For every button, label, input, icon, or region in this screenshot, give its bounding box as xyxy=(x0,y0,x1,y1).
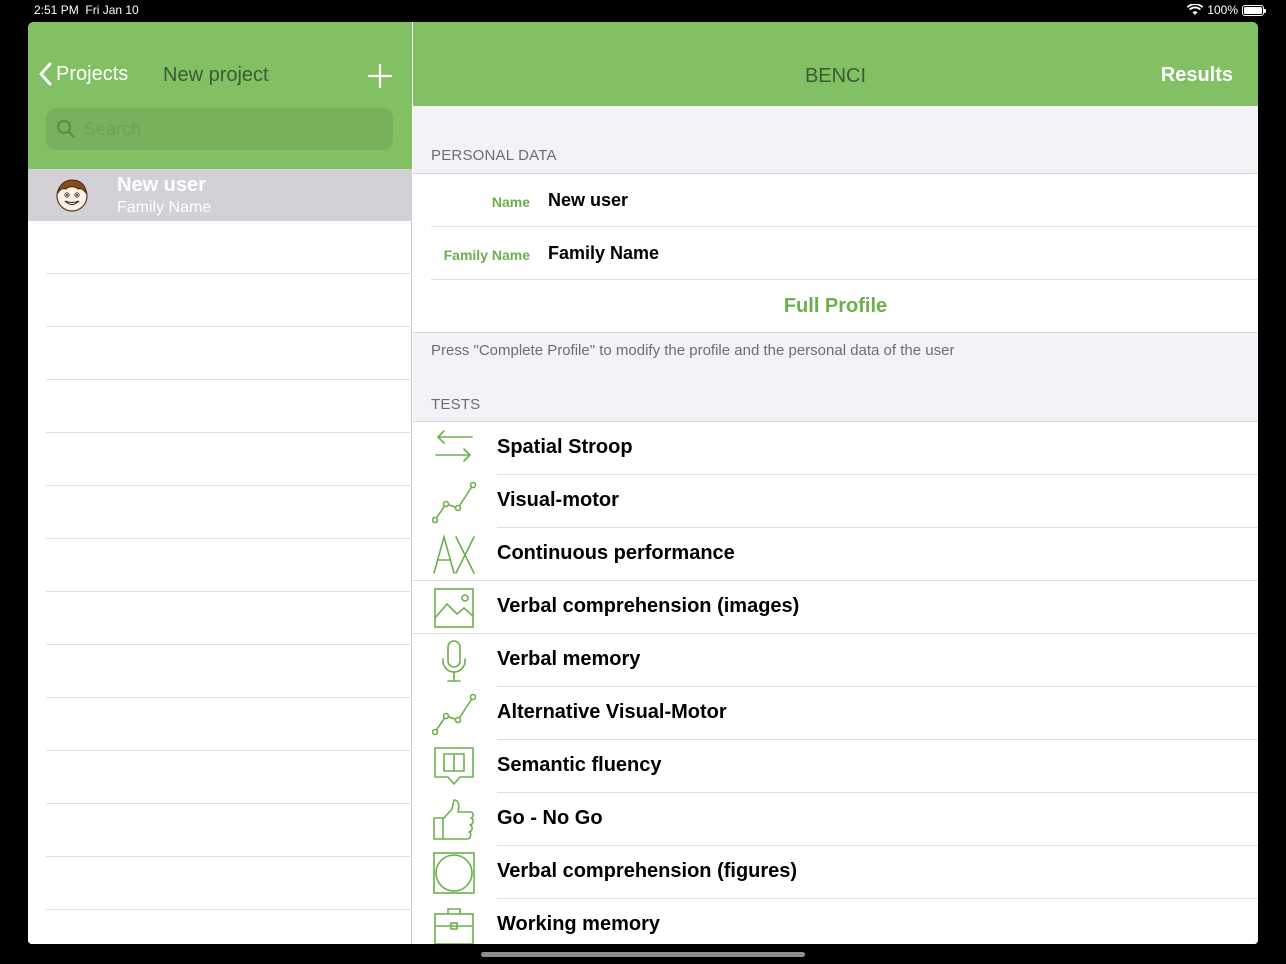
empty-row xyxy=(46,539,412,592)
test-item-spatial-stroop[interactable]: Spatial Stroop xyxy=(413,422,1258,475)
microphone-icon xyxy=(442,640,466,682)
full-profile-button[interactable]: Full Profile xyxy=(413,280,1258,332)
master-header: Projects New project xyxy=(28,22,412,169)
test-item-verbal-comprehension-figures[interactable]: Verbal comprehension (figures) xyxy=(413,846,1258,899)
personal-data-group: Name New user Family Name Family Name Fu… xyxy=(413,173,1258,333)
line-graph-icon xyxy=(432,693,476,736)
line-graph-icon xyxy=(432,481,476,524)
results-button[interactable]: Results xyxy=(1161,64,1233,87)
search-input[interactable] xyxy=(84,118,374,140)
empty-row xyxy=(46,380,412,433)
test-label: Verbal memory xyxy=(497,648,641,670)
family-name-value[interactable]: Family Name xyxy=(548,243,659,264)
detail-pane: BENCI Results PERSONAL DATA Name New use… xyxy=(413,22,1258,944)
empty-row xyxy=(46,486,412,539)
family-name-row[interactable]: Family Name Family Name xyxy=(431,227,1258,280)
avatar xyxy=(56,179,88,212)
app-window: Projects New project New user Family Nam… xyxy=(28,22,1258,944)
test-item-alternative-visual-motor[interactable]: Alternative Visual-Motor xyxy=(413,687,1258,740)
empty-row xyxy=(46,804,412,857)
search-icon xyxy=(57,120,75,138)
master-pane: Projects New project New user Family Nam… xyxy=(28,22,412,944)
chevron-left-icon xyxy=(39,62,52,86)
project-title: New project xyxy=(163,64,269,86)
tests-header: TESTS xyxy=(431,396,481,413)
user-name: New user xyxy=(117,174,206,196)
circle-square-icon xyxy=(433,852,475,894)
full-profile-row[interactable]: Full Profile xyxy=(413,280,1258,332)
battery-percent: 100% xyxy=(1207,3,1238,17)
family-name-label: Family Name xyxy=(443,247,530,263)
test-label: Visual-motor xyxy=(497,489,619,511)
empty-row xyxy=(46,433,412,486)
test-item-continuous-performance[interactable]: Continuous performance xyxy=(413,528,1258,581)
time-text: 2:51 PM xyxy=(34,3,79,17)
test-item-go-no-go[interactable]: Go - No Go xyxy=(413,793,1258,846)
briefcase-icon xyxy=(434,908,474,944)
test-item-visual-motor[interactable]: Visual-motor xyxy=(413,475,1258,528)
test-label: Spatial Stroop xyxy=(497,436,633,458)
add-button[interactable] xyxy=(366,62,394,90)
empty-row xyxy=(46,645,412,698)
empty-row xyxy=(46,327,412,380)
empty-row xyxy=(46,592,412,645)
empty-row xyxy=(46,221,412,274)
status-bar: 2:51 PM Fri Jan 10 100% xyxy=(0,0,1286,22)
detail-title: BENCI xyxy=(804,65,867,87)
detail-header: BENCI Results xyxy=(413,22,1258,106)
home-indicator[interactable] xyxy=(481,952,805,957)
test-item-working-memory[interactable]: Working memory xyxy=(413,899,1258,944)
empty-list-rows xyxy=(46,221,412,910)
test-label: Working memory xyxy=(497,913,660,935)
empty-row xyxy=(46,698,412,751)
battery-icon xyxy=(1242,4,1266,16)
search-bar[interactable] xyxy=(46,108,393,150)
arrows-swap-icon xyxy=(435,430,473,462)
test-label: Verbal comprehension (images) xyxy=(497,595,800,617)
test-item-verbal-comprehension-images[interactable]: Verbal comprehension (images) xyxy=(413,581,1258,634)
empty-row xyxy=(46,751,412,804)
name-value[interactable]: New user xyxy=(548,190,628,211)
name-label: Name xyxy=(491,194,530,210)
back-button[interactable]: Projects xyxy=(38,62,128,86)
test-label: Alternative Visual-Motor xyxy=(497,701,727,723)
status-time: 2:51 PM Fri Jan 10 xyxy=(34,3,139,17)
user-family-name: Family Name xyxy=(117,199,212,216)
test-label: Verbal comprehension (figures) xyxy=(497,860,798,882)
test-item-semantic-fluency[interactable]: Semantic fluency xyxy=(413,740,1258,793)
profile-hint: Press "Complete Profile" to modify the p… xyxy=(431,342,955,359)
name-row[interactable]: Name New user xyxy=(431,174,1258,227)
thumbs-up-icon xyxy=(433,799,474,840)
user-list-item[interactable]: New user Family Name xyxy=(28,169,412,221)
empty-row xyxy=(46,857,412,910)
wifi-icon xyxy=(1187,4,1204,15)
empty-row xyxy=(46,274,412,327)
book-bubble-icon xyxy=(434,747,474,785)
test-label: Continuous performance xyxy=(497,542,735,564)
status-right: 100% xyxy=(1187,3,1266,17)
test-item-verbal-memory[interactable]: Verbal memory xyxy=(413,634,1258,687)
ax-icon xyxy=(433,534,475,574)
test-label: Semantic fluency xyxy=(497,754,662,776)
test-label: Go - No Go xyxy=(497,807,603,829)
date-text: Fri Jan 10 xyxy=(85,3,139,17)
back-label: Projects xyxy=(56,62,129,85)
personal-data-header: PERSONAL DATA xyxy=(431,147,557,164)
tests-list: Spatial Stroop Visual-motor Continuous p… xyxy=(413,421,1258,944)
image-icon xyxy=(434,588,474,628)
